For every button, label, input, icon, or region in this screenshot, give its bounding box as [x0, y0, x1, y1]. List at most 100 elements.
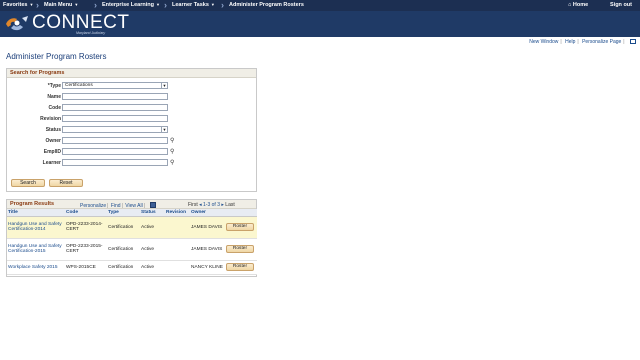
col-revision[interactable]: Revision	[165, 209, 190, 217]
nav-enterprise-learning-label: Enterprise Learning	[102, 2, 154, 8]
prev-arrow-icon[interactable]: ◂	[199, 202, 202, 208]
results-header: Program Results Personalize| Find| View …	[7, 200, 256, 209]
nav-main-menu[interactable]: Main Menu ▼	[44, 2, 78, 8]
results-table: Title Code Type Status Revision Owner Ha…	[7, 209, 257, 275]
name-label: Name	[47, 94, 61, 100]
col-title[interactable]: Title	[7, 209, 65, 217]
results-tools: Personalize| Find| View All|	[80, 201, 157, 209]
row-revision	[165, 260, 190, 275]
revision-input[interactable]	[62, 115, 168, 122]
link-divider: |	[560, 39, 562, 45]
row-type: Certification	[107, 216, 140, 239]
results-range: 1-3 of 3	[203, 201, 220, 208]
row-status: Active	[140, 260, 165, 275]
status-label: Status	[45, 127, 61, 133]
chevron-down-icon: ▼	[161, 127, 167, 132]
results-pager: First ◂ 1-3 of 3 ▸ Last	[188, 202, 235, 208]
search-panel: Search for Programs *Type Certifications…	[6, 68, 257, 192]
nav-enterprise-learning[interactable]: Enterprise Learning ▼	[102, 2, 160, 8]
roster-button[interactable]: Roster	[226, 263, 254, 271]
col-code[interactable]: Code	[65, 209, 107, 217]
link-divider: |	[107, 202, 109, 209]
nav-main-menu-label: Main Menu	[44, 2, 73, 8]
type-select[interactable]: Certifications ▼	[62, 82, 168, 89]
find-link[interactable]: Find	[111, 203, 121, 209]
first-link[interactable]: First	[188, 202, 198, 208]
emplid-input[interactable]	[62, 148, 168, 155]
next-arrow-icon[interactable]: ▸	[221, 202, 224, 208]
home-icon: ⌂	[568, 2, 572, 8]
row-code: WPS-2015CE	[65, 260, 107, 275]
reset-button[interactable]: Reset	[49, 179, 83, 187]
results-panel: Program Results Personalize| Find| View …	[6, 199, 257, 277]
row-title-link[interactable]: Workplace Safety 2015	[7, 260, 65, 275]
owner-input[interactable]	[62, 137, 168, 144]
row-owner: JAMES DAVIS	[190, 238, 225, 261]
link-divider: |	[623, 39, 625, 45]
row-title-link[interactable]: Handgun Use and Safety Certification-201…	[7, 238, 65, 261]
table-row: Handgun Use and Safety Certification-201…	[7, 238, 257, 261]
brand-subtitle: Maryland Judiciary	[76, 31, 106, 35]
col-status[interactable]: Status	[140, 209, 165, 217]
row-type: Certification	[107, 260, 140, 275]
help-link[interactable]: Help	[565, 39, 575, 45]
type-row: *Type Certifications ▼	[7, 82, 257, 90]
chevron-down-icon: ▼	[210, 2, 215, 7]
col-action	[225, 209, 257, 217]
roster-button[interactable]: Roster	[226, 223, 254, 231]
owner-lookup-icon[interactable]: ⚲	[170, 137, 174, 144]
row-owner: JAMES DAVIS	[190, 216, 225, 239]
nav-learner-tasks[interactable]: Learner Tasks ▼	[172, 2, 215, 8]
emplid-label: EmplID	[43, 149, 61, 155]
learner-input[interactable]	[62, 159, 168, 166]
page-layout-icon[interactable]	[630, 39, 636, 44]
emplid-lookup-icon[interactable]: ⚲	[170, 148, 174, 155]
personalize-link[interactable]: Personalize	[80, 203, 106, 209]
type-select-value: Certifications	[65, 83, 93, 88]
view-all-link[interactable]: View All	[125, 203, 142, 209]
roster-button[interactable]: Roster	[226, 245, 254, 253]
new-window-link[interactable]: New Window	[529, 39, 558, 45]
type-label: *Type	[47, 83, 61, 89]
nav-favorites-label: Favorites	[3, 2, 28, 8]
nav-separator: ›	[221, 0, 224, 10]
status-row: Status ▼	[7, 126, 257, 134]
row-owner: NANCY KLINE	[190, 260, 225, 275]
page-title: Administer Program Rosters	[6, 52, 107, 61]
nav-learner-tasks-label: Learner Tasks	[172, 2, 209, 8]
code-input[interactable]	[62, 104, 168, 111]
link-divider: |	[143, 202, 146, 209]
code-row: Code	[7, 104, 257, 112]
row-revision	[165, 238, 190, 261]
home-link[interactable]: ⌂ Home	[568, 2, 588, 8]
signout-link[interactable]: Sign out	[610, 2, 632, 8]
status-select[interactable]: ▼	[62, 126, 168, 133]
home-label: Home	[572, 2, 589, 8]
col-type[interactable]: Type	[107, 209, 140, 217]
utility-links: New Window | Help | Personalize Page |	[529, 39, 636, 45]
link-divider: |	[121, 202, 123, 209]
row-status: Active	[140, 216, 165, 239]
learner-label: Learner	[42, 160, 61, 166]
link-divider: |	[577, 39, 579, 45]
last-link[interactable]: Last	[225, 202, 234, 208]
personalize-page-link[interactable]: Personalize Page	[582, 39, 621, 45]
row-title-link[interactable]: Handgun Use and Safety Certification-201…	[7, 216, 65, 239]
chevron-down-icon: ▼	[74, 2, 79, 7]
nav-separator: ›	[94, 0, 97, 10]
table-row: Handgun Use and Safety Certification-201…	[7, 216, 257, 239]
learner-lookup-icon[interactable]: ⚲	[170, 159, 174, 166]
chevron-down-icon: ▼	[29, 2, 34, 7]
revision-label: Revision	[40, 116, 61, 122]
name-input[interactable]	[62, 93, 168, 100]
download-icon[interactable]	[150, 201, 157, 208]
emplid-row: EmplID ⚲	[7, 148, 257, 156]
table-row: Workplace Safety 2015 WPS-2015CE Certifi…	[7, 260, 257, 275]
nav-favorites[interactable]: Favorites ▼	[3, 2, 33, 8]
search-button[interactable]: Search	[11, 179, 45, 187]
col-owner[interactable]: Owner	[190, 209, 225, 217]
nav-current-page: Administer Program Rosters	[229, 2, 304, 8]
revision-row: Revision	[7, 115, 257, 123]
nav-separator: ›	[36, 0, 39, 10]
search-panel-title: Search for Programs	[7, 69, 256, 78]
